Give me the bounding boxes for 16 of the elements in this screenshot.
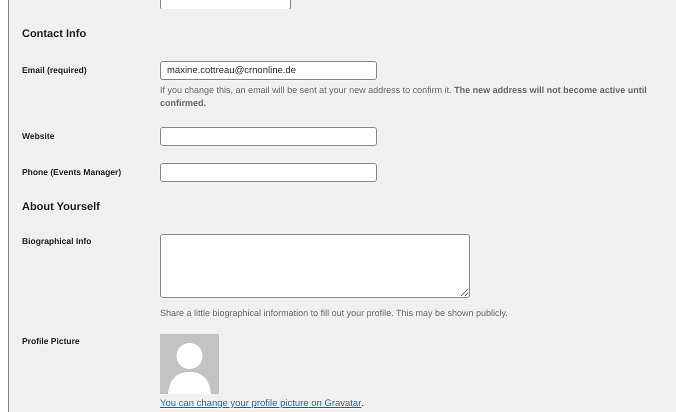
help-text: If you change this, an email will be sent at your new address to confirm it. The new address will not become active until confirmed. bbox=[160, 84, 648, 110]
gravatar-link[interactable]: You can change your profile picture on Gravatar bbox=[160, 398, 362, 409]
field-label: Email (required) bbox=[22, 64, 88, 77]
field-label: Website bbox=[22, 130, 56, 143]
section-heading: Contact Info bbox=[22, 27, 88, 42]
field-label: Profile Picture bbox=[22, 335, 81, 348]
field-label: Biographical Info bbox=[22, 235, 92, 248]
text-field[interactable]: maxine.cottreau@crnonline.de bbox=[160, 61, 377, 80]
text-area[interactable] bbox=[160, 234, 470, 298]
text-field[interactable] bbox=[160, 163, 377, 182]
section-heading: About Yourself bbox=[22, 200, 101, 215]
text-field[interactable] bbox=[160, 127, 377, 146]
field-label: Phone (Events Manager) bbox=[22, 166, 122, 179]
help-text: Share a little biographical information to fill out your profile. This may be shown publicly. bbox=[160, 307, 508, 320]
avatar-icon bbox=[160, 334, 219, 394]
punctuation: . bbox=[361, 398, 364, 409]
